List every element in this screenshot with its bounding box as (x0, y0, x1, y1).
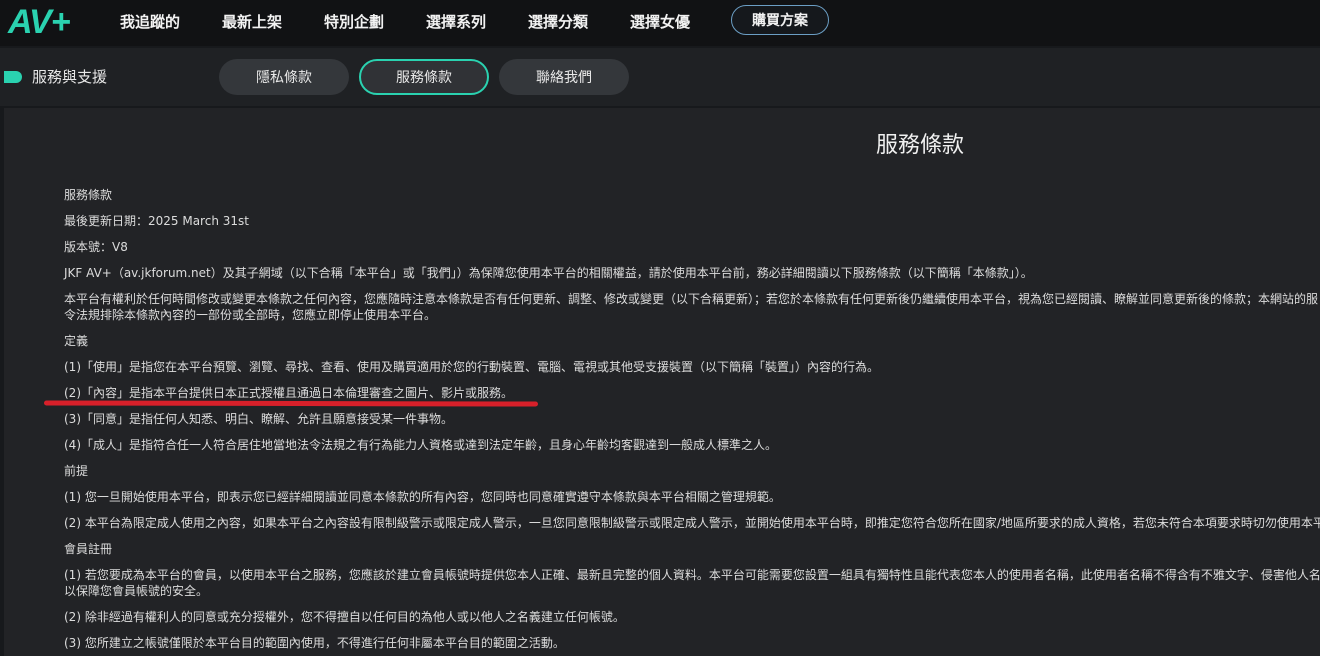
definition-item: (4)「成人」是指符合任一人符合居住地當地法令法規之有行為能力人資格或達到法定年… (64, 438, 778, 452)
membership-item: (3) 您所建立之帳號僅限於本平台目的範圍內使用，不得進行任何非屬本平台目的範圍… (64, 636, 565, 650)
definition-item: (1)「使用」是指您在本平台預覽、瀏覽、尋找、查看、使用及購買適用於您的行動裝置… (64, 360, 880, 374)
nav-item-series[interactable]: 選擇系列 (426, 12, 486, 32)
last-updated: 最後更新日期：2025 March 31st (64, 214, 249, 228)
tab-terms-of-service[interactable]: 服務條款 (359, 59, 489, 95)
top-nav: AV+ 我追蹤的 最新上架 特別企劃 選擇系列 選擇分類 選擇女優 購買方案 (0, 0, 1320, 46)
version: 版本號：V8 (64, 240, 128, 254)
nav-item-categories[interactable]: 選擇分類 (528, 12, 588, 32)
nav-item-new-releases[interactable]: 最新上架 (222, 12, 282, 32)
terms-intro: JKF AV+（av.jkforum.net）及其子網域（以下合稱「本平台」或「… (64, 266, 1033, 280)
definition-item: (2)「內容」是指本平台提供日本正式授權且通過日本倫理審查之圖片、影片或服務。 (64, 386, 514, 400)
section-title: 服務與支援 (32, 68, 108, 86)
page-title: 服務條款 (876, 133, 965, 158)
section-heading-membership: 會員註冊 (64, 542, 113, 556)
membership-item: 以保障您會員帳號的安全。 (64, 584, 209, 598)
av-plus-logo[interactable]: AV+ (8, 3, 71, 41)
nav-item-actresses[interactable]: 選擇女優 (630, 12, 690, 32)
premise-item: (1) 您一旦開始使用本平台，即表示您已經詳細閱讀並同意本條款的所有內容，您同時… (64, 490, 781, 504)
terms-paragraph: 令法規排除本條款內容的一部份或全部時，您應立即停止使用本平台。 (64, 308, 437, 322)
premise-item: (2) 本平台為限定成人使用之內容，如果本平台之內容設有限制級警示或限定成人警示… (64, 516, 1320, 530)
tab-privacy-policy[interactable]: 隱私條款 (219, 59, 349, 95)
membership-item: (1) 若您要成為本平台的會員，以使用本平台之服務，您應該於建立會員帳號時提供您… (64, 568, 1320, 582)
nav-item-special-features[interactable]: 特別企劃 (324, 12, 384, 32)
tab-contact-us[interactable]: 聯絡我們 (499, 59, 629, 95)
red-highlight-underline (43, 400, 539, 407)
definition-item: (3)「同意」是指任何人知悉、明白、瞭解、允許且願意接受某一件事物。 (64, 412, 454, 426)
section-heading-premise: 前提 (64, 464, 89, 478)
terms-heading: 服務條款 (64, 188, 113, 202)
section-heading-definitions: 定義 (64, 334, 89, 348)
terms-paragraph: 本平台有權利於任何時間修改或變更本條款之任何內容，您應隨時注意本條款是否有任何更… (64, 292, 1319, 306)
membership-item: (2) 除非經過有權利人的同意或充分授權外，您不得擅自以任何目的為他人或以他人之… (64, 610, 625, 624)
nav-item-following[interactable]: 我追蹤的 (120, 12, 180, 32)
section-marker-icon (4, 71, 22, 83)
support-subnav: 服務與支援 隱私條款 服務條款 聯絡我們 (0, 48, 1320, 106)
buy-plan-button[interactable]: 購買方案 (731, 5, 829, 35)
